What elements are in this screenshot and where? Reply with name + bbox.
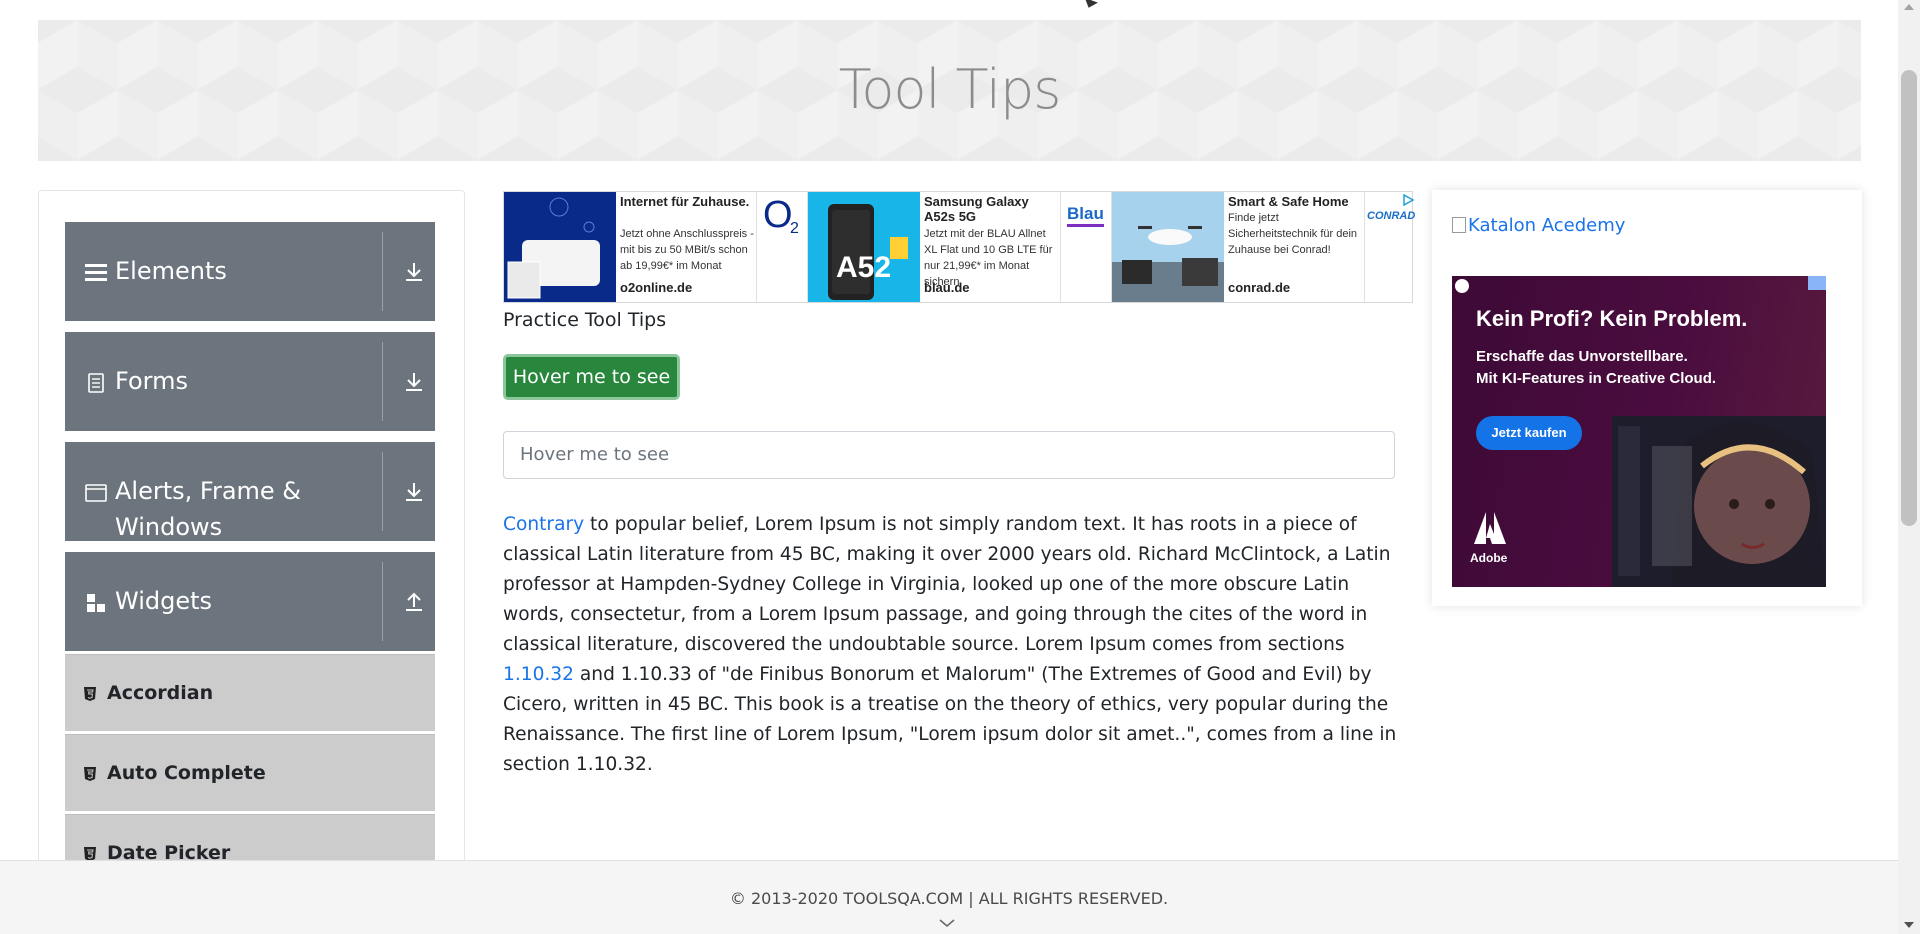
page-banner: Tool Tips	[38, 20, 1861, 161]
sidebar-group-label: Forms	[115, 367, 188, 395]
ad-headline: Internet für Zuhause.	[620, 194, 750, 209]
sidebar-group-label: Elements	[115, 257, 227, 285]
window-icon	[85, 484, 107, 502]
contrary-link[interactable]: Contrary	[503, 514, 584, 535]
sidebar-group-label-line2: Windows	[115, 513, 223, 541]
katalon-academy-link[interactable]: Katalon Acedemy	[1452, 215, 1625, 236]
upload-icon	[406, 592, 422, 611]
html5-icon	[84, 767, 96, 781]
sidebar-item-label: Auto Complete	[107, 762, 266, 784]
ad-blau[interactable]: A52 Samsung Galaxy A52s 5G Jetzt mit der…	[808, 192, 1112, 302]
sidebar: Elements Forms Alerts, Frame & Windows W…	[38, 190, 465, 890]
ad-banner-row[interactable]: Internet für Zuhause. Jetzt ohne Anschlu…	[503, 191, 1415, 303]
broken-image-icon	[1452, 217, 1466, 233]
adobe-icon	[1474, 512, 1506, 544]
adchoices-icon[interactable]	[1401, 193, 1415, 207]
hover-tooltip-button[interactable]: Hover me to see	[503, 354, 680, 400]
adobe-ad-subtitle: Erschaffe das Unvorstellbare.	[1476, 348, 1688, 365]
divider	[382, 562, 383, 641]
hover-tooltip-input[interactable]: Hover me to see	[503, 431, 1395, 479]
ad-body: Jetzt ohne Anschlusspreis - mit bis zu 5…	[620, 228, 754, 272]
section-link[interactable]: 1.10.32	[503, 664, 574, 685]
svg-text:A52: A52	[836, 251, 891, 284]
sidebar-item-label: Accordian	[107, 682, 214, 704]
o2-logo: O 2	[756, 192, 808, 302]
sidebar-item-accordian[interactable]: Accordian	[65, 654, 435, 731]
ad-conrad[interactable]: Smart & Safe Home Finde jetzt Sicherheit…	[1112, 192, 1415, 302]
adobe-ad-subtitle: Mit KI-Features in Creative Cloud.	[1476, 370, 1717, 387]
scrollbar-thumb[interactable]	[1901, 70, 1917, 526]
sidebar-group-label: Widgets	[115, 587, 213, 615]
paragraph-text: to popular belief, Lorem Ipsum is not si…	[503, 514, 1391, 655]
adobe-logo: Adobe	[1470, 508, 1510, 568]
download-icon	[406, 263, 422, 281]
divider	[382, 452, 383, 531]
divider	[382, 342, 383, 421]
footer-copyright: © 2013-2020 TOOLSQA.COM | ALL RIGHTS RES…	[729, 889, 1169, 908]
phone-ad-image: A52	[808, 192, 920, 302]
ad-o2[interactable]: Internet für Zuhause. Jetzt ohne Anschlu…	[504, 192, 808, 302]
paragraph-text: and 1.10.33 of "de Finibus Bonorum et Ma…	[503, 664, 1397, 775]
divider	[382, 232, 383, 311]
scroll-up-arrow-icon[interactable]	[1904, 4, 1914, 10]
ad-domain: o2online.de	[620, 280, 693, 295]
document-icon	[88, 373, 104, 393]
widgets-icon	[87, 592, 107, 612]
footer: © 2013-2020 TOOLSQA.COM | ALL RIGHTS RES…	[0, 860, 1898, 934]
sidebar-group-widgets[interactable]: Widgets	[65, 552, 435, 651]
adobe-brand: Adobe	[1470, 551, 1508, 565]
adobe-ad-title: Kein Profi? Kein Problem.	[1476, 306, 1748, 331]
scroll-down-arrow-icon[interactable]	[1904, 922, 1914, 928]
practice-label: Practice Tool Tips	[503, 309, 667, 331]
chevron-down-icon[interactable]	[938, 917, 956, 929]
ad-headline: Smart & Safe Home	[1228, 194, 1349, 209]
page-title: Tool Tips	[838, 58, 1062, 121]
ad-body: Finde jetzt Sicherheitstechnik für dein …	[1228, 212, 1358, 256]
lorem-paragraph: Contrary to popular belief, Lorem Ipsum …	[503, 510, 1398, 780]
router-ad-image	[504, 192, 616, 302]
hamburger-icon	[85, 264, 107, 281]
ad-domain: conrad.de	[1228, 280, 1291, 295]
download-icon	[406, 483, 422, 501]
drone-ad-image	[1112, 192, 1224, 302]
ad-domain: blau.de	[924, 280, 970, 295]
conrad-logo: CONRAD	[1364, 192, 1415, 302]
top-caret-icon	[1082, 0, 1098, 11]
ad-headline: Samsung Galaxy A52s 5G	[924, 194, 1029, 224]
sidebar-group-forms[interactable]: Forms	[65, 332, 435, 431]
sidebar-group-alerts-frame-windows[interactable]: Alerts, Frame & Windows	[65, 442, 435, 541]
html5-icon	[84, 687, 96, 701]
download-icon	[406, 373, 422, 391]
sidebar-group-label: Alerts, Frame &	[115, 477, 302, 505]
adobe-buy-button[interactable]: Jetzt kaufen	[1476, 416, 1582, 450]
sidebar-item-auto-complete[interactable]: Auto Complete	[65, 734, 435, 811]
katalon-link-text: Katalon Acedemy	[1468, 215, 1626, 236]
adobe-ad[interactable]: Kein Profi? Kein Problem. Erschaffe das …	[1452, 276, 1826, 587]
sidebar-group-elements[interactable]: Elements	[65, 222, 435, 321]
blau-logo: Blau	[1060, 192, 1112, 302]
